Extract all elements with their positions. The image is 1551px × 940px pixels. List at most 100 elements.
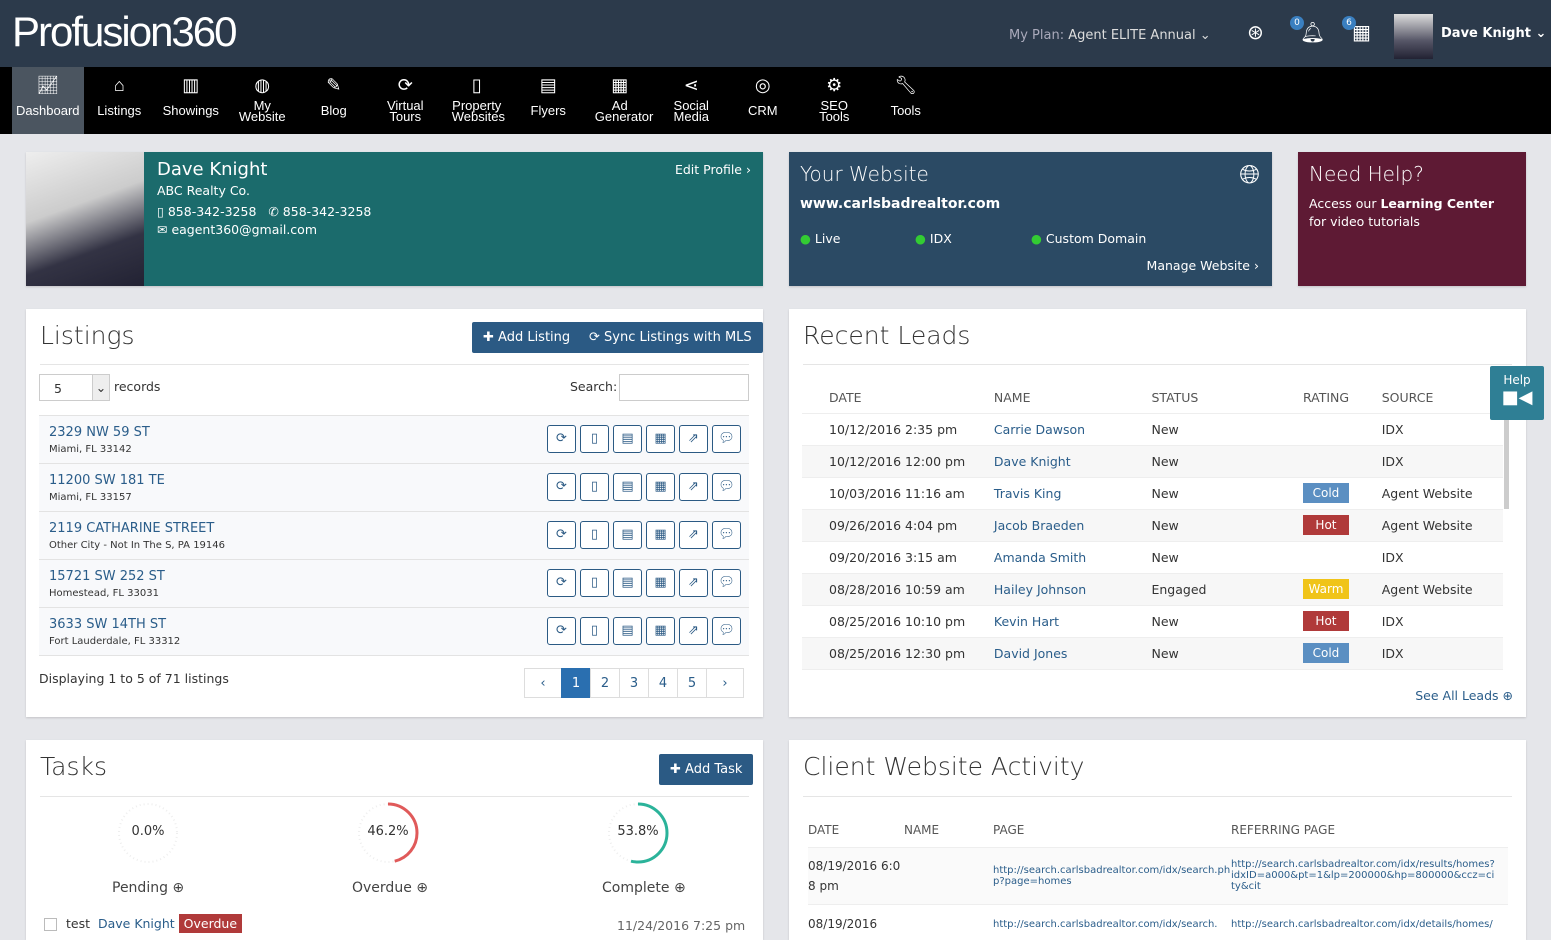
newspaper-button[interactable]: ▦ [646,521,675,549]
comment-button[interactable]: 💬︎ [712,617,741,645]
comment-button[interactable]: 💬︎ [712,521,741,549]
task-assignee[interactable]: Dave Knight [98,916,175,931]
nav-ad-generator[interactable]: ▦ Ad Generator [584,67,656,134]
manage-website-link[interactable]: Manage Website › [1147,258,1259,273]
mobile-button[interactable]: ▯ [580,473,609,501]
listing-address[interactable]: 2119 CATHARINE STREET [49,521,214,536]
lead-row[interactable]: 10/12/2016 12:00 pm Dave Knight New IDX [802,445,1503,478]
refresh-button[interactable]: ⟳ [547,473,576,501]
refresh-button[interactable]: ⟳ [547,617,576,645]
listing-address[interactable]: 15721 SW 252 ST [49,569,165,584]
newspaper-button[interactable]: ▦ [646,473,675,501]
column-header[interactable]: SOURCE [1381,383,1503,414]
lead-name[interactable]: Dave Knight [994,454,1071,469]
page-button[interactable]: 4 [648,668,678,698]
see-all-leads-link[interactable]: See All Leads ⊕ [1415,688,1513,703]
column-header[interactable]: DATE [802,383,994,414]
lead-row[interactable]: 09/26/2016 4:04 pm Jacob Braeden New Hot Age… [802,509,1503,542]
lead-name[interactable]: Travis King [994,486,1061,501]
page-size-select[interactable]: 5 ⌄ [39,374,110,401]
support-icon[interactable]: ⊛ [1247,20,1264,44]
file-button[interactable]: ▤ [613,617,642,645]
plan-dropdown[interactable]: My Plan: Agent ELITE Annual ⌄ [1009,28,1211,43]
leads-table-scroll[interactable]: DATE NAME STATUS RATING SOURCE 10/12/2016 2:3… [802,383,1503,679]
avatar[interactable] [1394,14,1433,59]
file-button[interactable]: ▤ [613,425,642,453]
comment-button[interactable]: 💬︎ [712,569,741,597]
user-menu[interactable]: Dave Knight ⌄ [1441,26,1546,41]
page-button[interactable]: 5 [677,668,707,698]
nav-crm[interactable]: ◎ CRM [727,67,799,134]
lead-row[interactable]: 10/03/2016 11:16 am Travis King New Cold Age… [802,477,1503,510]
activity-referring-page[interactable]: http://search.carlsbadrealtor.com/idx/de… [1231,904,1508,940]
file-button[interactable]: ▤ [613,569,642,597]
nav-listings[interactable]: ⌂ Listings [84,67,156,134]
lead-row[interactable]: 10/12/2016 2:35 pm Carrie Dawson New IDX [802,413,1503,446]
bell-icon[interactable]: 🔔︎ 0 [1290,16,1325,44]
calendar-icon[interactable]: ▦ 6 [1342,16,1371,44]
complete-link[interactable]: Complete ⊕ [602,880,686,896]
nav-my-website[interactable]: ◍ My Website [227,67,299,134]
lead-row[interactable]: 08/28/2016 10:59 am Hailey Johnson Engaged… [802,573,1503,606]
column-header[interactable]: STATUS [1151,383,1303,414]
file-button[interactable]: ▤ [613,521,642,549]
nav-virtual-tours[interactable]: ⟳ Virtual Tours [370,67,442,134]
lead-row[interactable]: 08/25/2016 10:10 pm Kevin Hart New Hot IDX [802,605,1503,638]
activity-referring-page[interactable]: http://search.carlsbadrealtor.com/idx/re… [1231,847,1508,905]
nav-social-media[interactable]: ⋖ Social Media [656,67,728,134]
help-card[interactable]: Need Help? Access our Learning Center fo… [1298,152,1526,286]
learning-center-link[interactable]: Learning Center [1380,196,1494,211]
lead-name[interactable]: Hailey Johnson [994,582,1086,597]
lead-name[interactable]: David Jones [994,646,1068,661]
nav-showings[interactable]: ▥ Showings [155,67,227,134]
overdue-link[interactable]: Overdue ⊕ [352,880,428,896]
page-button[interactable]: ‹ [524,668,562,698]
mobile-button[interactable]: ▯ [580,617,609,645]
nav-dashboard[interactable]: 📈︎ Dashboard [12,67,84,134]
nav-blog[interactable]: ✎ Blog [298,67,370,134]
newspaper-button[interactable]: ▦ [646,425,675,453]
add-listing-button[interactable]: ✚ Add Listing [472,322,582,353]
lead-row[interactable]: 09/20/2016 3:15 am Amanda Smith New IDX [802,541,1503,574]
listing-address[interactable]: 2329 NW 59 ST [49,425,150,440]
listing-address[interactable]: 11200 SW 181 TE [49,473,165,488]
share-button[interactable]: ⇗ [679,569,708,597]
logo[interactable]: Profusion360 [12,8,238,56]
share-button[interactable]: ⇗ [679,473,708,501]
lead-row[interactable]: 08/25/2016 12:30 pm David Jones New Cold IDX [802,637,1503,670]
sync-listings-button[interactable]: ⟳ Sync Listings with MLS [578,322,763,353]
lead-name[interactable]: Carrie Dawson [994,422,1085,437]
nav-property-websites[interactable]: ▯ Property Websites [441,67,513,134]
help-tab-button[interactable]: Help ■◀ [1490,366,1544,420]
pending-link[interactable]: Pending ⊕ [112,880,184,896]
task-row[interactable]: test Dave Knight Overdue [66,914,243,933]
lead-name[interactable]: Jacob Braeden [994,518,1084,533]
file-button[interactable]: ▤ [613,473,642,501]
mobile-button[interactable]: ▯ [580,425,609,453]
page-button[interactable]: 2 [590,668,620,698]
newspaper-button[interactable]: ▦ [646,569,675,597]
refresh-button[interactable]: ⟳ [547,521,576,549]
listing-address[interactable]: 3633 SW 14TH ST [49,617,166,632]
lead-name[interactable]: Kevin Hart [994,614,1059,629]
nav-seo-tools[interactable]: ⚙ SEO Tools [799,67,871,134]
mobile-button[interactable]: ▯ [580,521,609,549]
search-input[interactable] [619,374,749,401]
edit-profile-link[interactable]: Edit Profile › [675,162,751,177]
nav-tools[interactable]: 🔧︎ Tools [870,67,942,134]
share-button[interactable]: ⇗ [679,521,708,549]
page-button[interactable]: 3 [619,668,649,698]
activity-page[interactable]: http://search.carlsbadrealtor.com/idx/se… [993,904,1231,940]
activity-page[interactable]: http://search.carlsbadrealtor.com/idx/se… [993,847,1231,905]
page-button[interactable]: 1 [561,668,591,698]
column-header[interactable]: RATING [1302,383,1382,414]
refresh-button[interactable]: ⟳ [547,569,576,597]
task-checkbox[interactable] [44,918,57,931]
comment-button[interactable]: 💬︎ [712,473,741,501]
newspaper-button[interactable]: ▦ [646,617,675,645]
add-task-button[interactable]: ✚ Add Task [659,754,754,785]
comment-button[interactable]: 💬︎ [712,425,741,453]
refresh-button[interactable]: ⟳ [547,425,576,453]
mobile-button[interactable]: ▯ [580,569,609,597]
website-url[interactable]: www.carlsbadrealtor.com [800,196,1000,212]
